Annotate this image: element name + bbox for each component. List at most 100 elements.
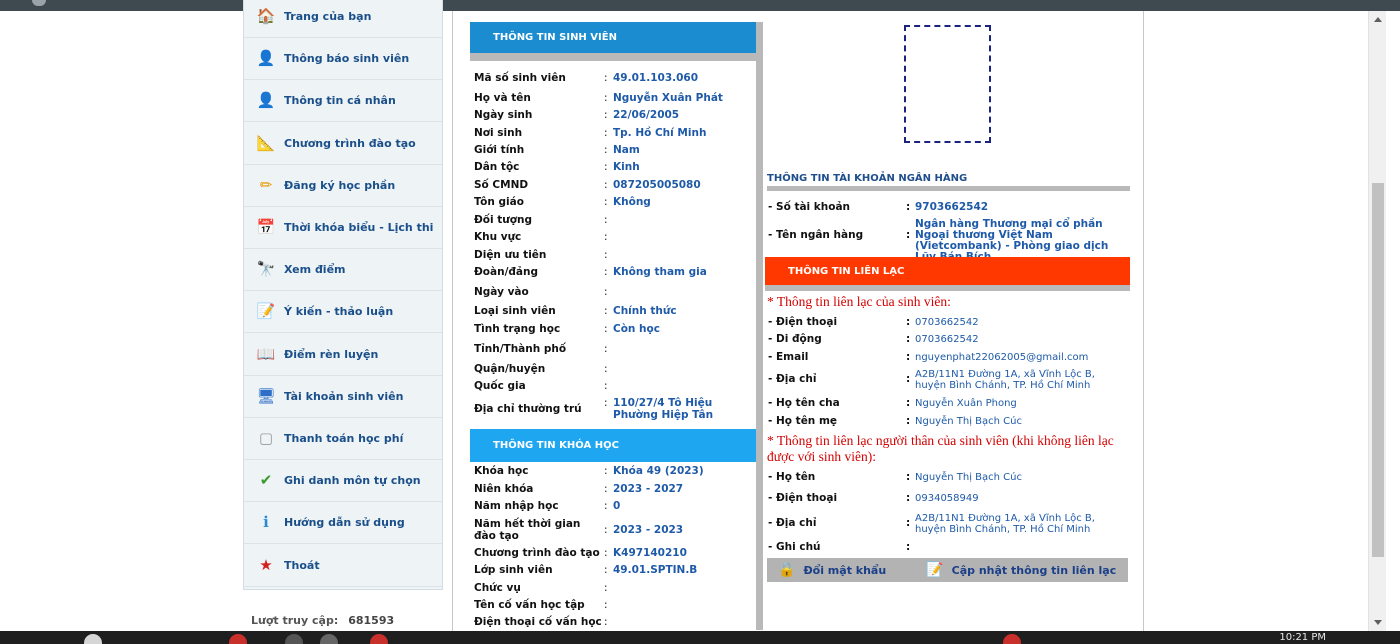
- colon: :: [906, 351, 911, 363]
- colon: :: [604, 500, 608, 512]
- sidebar-item-5[interactable]: 📅 Thời khóa biểu - Lịch thi: [244, 207, 442, 249]
- field-value: [613, 380, 748, 392]
- colon: :: [906, 517, 911, 529]
- sidebar-item-13[interactable]: ★ Thoát: [244, 545, 442, 587]
- tray-icon[interactable]: [1003, 634, 1021, 644]
- colon: :: [604, 599, 608, 611]
- field-value: [613, 286, 748, 298]
- colon: :: [604, 343, 608, 355]
- scroll-up-icon[interactable]: [1374, 17, 1382, 22]
- colon: :: [604, 92, 608, 104]
- contact-value: nguyenphat22062005@gmail.com: [915, 352, 1089, 363]
- sidebar-item-label: Điểm rèn luyện: [284, 347, 379, 361]
- contact-value: 0934058949: [915, 493, 979, 504]
- contact-label: - Email: [768, 351, 809, 363]
- sidebar-item-label: Hướng dẫn sử dụng: [284, 516, 405, 530]
- browser-top-bar: [0, 0, 1400, 11]
- student-field-row: Tình trạng học: Còn học: [474, 323, 748, 335]
- book-icon: 📖: [256, 344, 276, 363]
- field-value: Tp. Hồ Chí Minh: [613, 127, 707, 139]
- sidebar-item-9[interactable]: 🖥 Tài khoản sinh viên: [244, 376, 442, 418]
- sidebar-item-0[interactable]: 🏠 Trang của bạn: [244, 0, 442, 38]
- update-contact-button[interactable]: 📝 Cập nhật thông tin liên lạc: [926, 562, 1116, 578]
- field-label: Loại sinh viên: [474, 305, 556, 317]
- scrollbar-thumb[interactable]: [1372, 183, 1384, 557]
- student-photo-placeholder: [904, 25, 991, 143]
- colon: :: [604, 179, 608, 191]
- bank-account-value: 9703662542: [915, 201, 989, 213]
- sidebar-item-7[interactable]: 📝 Ý kiến - thảo luận: [244, 291, 442, 334]
- student-info-header: THÔNG TIN SINH VIÊN: [470, 22, 756, 53]
- binoculars-icon: 🔭: [256, 260, 276, 279]
- scroll-down-icon[interactable]: [1374, 620, 1382, 625]
- relative-contact-note: * Thông tin liên lạc người thân của sinh…: [767, 433, 1114, 464]
- sidebar-item-label: Thông tin cá nhân: [284, 94, 396, 108]
- sidebar-item-2[interactable]: 👤 Thông tin cá nhân: [244, 80, 442, 123]
- colon: :: [604, 286, 608, 298]
- colon: :: [906, 397, 911, 409]
- browser-app-icon[interactable]: [370, 634, 388, 644]
- sidebar-item-8[interactable]: 📖 Điểm rèn luyện: [244, 334, 442, 376]
- contact-label: - Họ tên: [768, 471, 816, 483]
- colon: :: [604, 397, 608, 409]
- field-value: Chính thức: [613, 305, 677, 317]
- field-label: Giới tính: [474, 144, 525, 156]
- colon: :: [604, 161, 608, 173]
- sidebar-item-10[interactable]: ▢ Thanh toán học phí: [244, 418, 442, 460]
- student-panel-sidebar-bar: [756, 22, 763, 630]
- student-field-row: Ngày sinh:22/06/2005: [474, 109, 748, 121]
- page-scrollbar[interactable]: [1368, 11, 1386, 631]
- colon: :: [906, 471, 911, 483]
- field-value: [613, 599, 748, 611]
- colon: :: [906, 201, 911, 213]
- colon: :: [604, 363, 608, 375]
- field-label: Ngày vào: [474, 286, 529, 298]
- bank-info-underbar: [767, 186, 1130, 191]
- field-value: 49.01.103.060: [613, 72, 699, 84]
- contact-value: [915, 542, 1125, 553]
- sidebar-item-label: Ghi danh môn tự chọn: [284, 474, 421, 488]
- checkmark-icon: ✔: [259, 471, 273, 490]
- colon: :: [604, 465, 608, 477]
- colon: :: [604, 564, 608, 576]
- colon: :: [604, 72, 608, 84]
- info-icon: ℹ: [263, 513, 269, 532]
- sidebar-item-4[interactable]: ✏ Đăng ký học phần: [244, 165, 442, 207]
- colon: :: [906, 373, 911, 385]
- course-field-row: Năm hết thời gian đào tạo:2023 - 2023: [474, 518, 748, 542]
- course-field-row: Tên cố vấn học tập:: [474, 599, 748, 611]
- app-icon[interactable]: [229, 634, 247, 644]
- start-icon[interactable]: [84, 634, 102, 644]
- student-field-row: Khu vực:: [474, 231, 748, 243]
- contact-info-header: THÔNG TIN LIÊN LẠC: [765, 257, 1130, 285]
- field-label: Diện ưu tiên: [474, 249, 547, 261]
- app-icon[interactable]: [285, 634, 303, 644]
- broken-image-icon: ▢: [258, 429, 274, 447]
- sidebar-item-12[interactable]: ℹ Hướng dẫn sử dụng: [244, 502, 442, 545]
- sidebar-item-6[interactable]: 🔭 Xem điểm: [244, 249, 442, 292]
- contact-value: A2B/11N1 Đường 1A, xã Vĩnh Lộc B, huyện …: [915, 513, 1095, 535]
- colon: :: [604, 214, 608, 226]
- field-label: Đối tượng: [474, 214, 532, 226]
- monitor-icon: 🖥: [256, 386, 276, 405]
- sidebar-item-1[interactable]: 👤 Thông báo sinh viên: [244, 38, 442, 81]
- student-field-row: Nơi sinh: Tp. Hồ Chí Minh: [474, 127, 748, 139]
- contact-label: - Họ tên cha: [768, 397, 840, 409]
- course-field-row: Chương trình đào tạo: K497140210: [474, 547, 748, 559]
- change-password-button[interactable]: 🔒 Đổi mật khẩu: [778, 562, 886, 578]
- sidebar-item-3[interactable]: 📐 Chương trình đào tạo: [244, 123, 442, 165]
- sidebar-item-label: Thoát: [284, 558, 320, 572]
- field-label: Mã số sinh viên: [474, 72, 566, 84]
- student-field-row: Đối tượng:: [474, 214, 748, 226]
- colon: :: [906, 492, 911, 504]
- field-label: Họ và tên: [474, 92, 531, 104]
- sidebar-item-11[interactable]: ✔ Ghi danh môn tự chọn: [244, 460, 442, 503]
- colon: :: [906, 541, 911, 553]
- field-label: Chức vụ: [474, 582, 521, 594]
- field-value: 49.01.SPTIN.B: [613, 564, 698, 576]
- field-label: Đoàn/đảng: [474, 266, 538, 278]
- app-icon[interactable]: [320, 634, 338, 644]
- window-control-icon[interactable]: [32, 0, 46, 6]
- pencil-icon: ✏: [259, 175, 273, 194]
- sidebar-item-label: Thời khóa biểu - Lịch thi: [284, 221, 434, 234]
